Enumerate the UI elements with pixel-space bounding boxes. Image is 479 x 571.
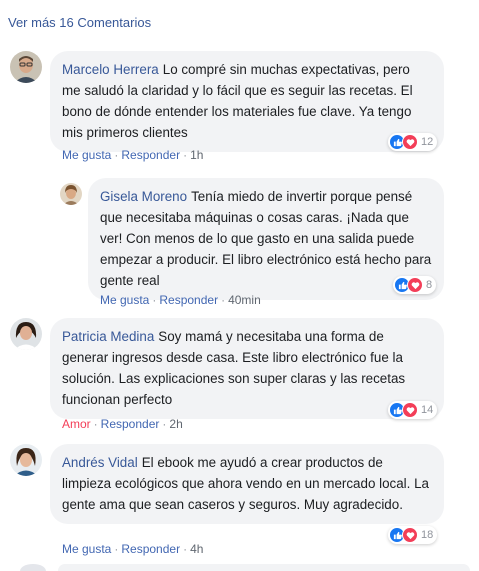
like-button[interactable]: Me gusta xyxy=(62,542,111,556)
avatar[interactable] xyxy=(60,183,82,205)
comment-bubble: Andrés Vidal El ebook me ayudó a crear pr… xyxy=(50,444,444,524)
separator-dot: · xyxy=(114,542,119,556)
reaction-summary[interactable]: 18 xyxy=(388,526,438,544)
separator-dot: · xyxy=(114,148,119,162)
love-icon xyxy=(402,134,418,150)
separator-dot: · xyxy=(183,148,188,162)
comment-bubble: Marcelo Herrera Lo compré sin muchas expe… xyxy=(50,51,444,152)
reaction-summary[interactable]: 14 xyxy=(388,401,438,419)
separator-dot: · xyxy=(152,293,157,307)
comment-actions: Amor · Responder · 2h xyxy=(62,417,183,431)
love-icon xyxy=(402,402,418,418)
avatar[interactable] xyxy=(10,51,42,83)
separator-dot: · xyxy=(221,293,226,307)
reaction-count: 8 xyxy=(426,279,433,291)
comment-actions: Me gusta · Responder · 40min xyxy=(100,293,261,307)
avatar[interactable] xyxy=(10,318,42,350)
separator-dot: · xyxy=(183,542,188,556)
comment-author[interactable]: Marcelo Herrera xyxy=(62,62,159,77)
comment-bubble: Gisela Moreno Tenía miedo de invertir por… xyxy=(88,178,444,300)
separator-dot: · xyxy=(93,417,98,431)
reply-button[interactable]: Responder xyxy=(121,542,180,556)
reaction-summary[interactable]: 8 xyxy=(393,276,437,294)
comment-bubble xyxy=(58,564,470,571)
separator-dot: · xyxy=(162,417,167,431)
reply-button[interactable]: Responder xyxy=(121,148,180,162)
comment-timestamp[interactable]: 1h xyxy=(190,148,203,162)
comment-author[interactable]: Andrés Vidal xyxy=(62,455,138,470)
comment-timestamp[interactable]: 40min xyxy=(228,293,261,307)
comment-bubble: Patricia Medina Soy mamá y necesitaba una… xyxy=(50,318,444,419)
reaction-count: 14 xyxy=(421,404,434,416)
reaction-count: 18 xyxy=(421,529,434,541)
comment-author[interactable]: Patricia Medina xyxy=(62,329,154,344)
comment-author[interactable]: Gisela Moreno xyxy=(100,189,187,204)
love-icon xyxy=(407,277,423,293)
comment-timestamp[interactable]: 4h xyxy=(190,542,203,556)
avatar xyxy=(20,564,46,571)
love-icon xyxy=(402,527,418,543)
like-button[interactable]: Me gusta xyxy=(100,293,149,307)
next-comment-preview xyxy=(8,564,471,571)
love-reaction-button[interactable]: Amor xyxy=(62,417,91,431)
view-more-comments-link[interactable]: Ver más 16 Comentarios xyxy=(8,15,151,30)
reaction-count: 12 xyxy=(421,136,434,148)
comment-timestamp[interactable]: 2h xyxy=(169,417,182,431)
like-button[interactable]: Me gusta xyxy=(62,148,111,162)
reaction-summary[interactable]: 12 xyxy=(388,133,438,151)
comment-actions: Me gusta · Responder · 1h xyxy=(62,148,203,162)
reply-button[interactable]: Responder xyxy=(159,293,218,307)
avatar[interactable] xyxy=(10,444,42,476)
reply-button[interactable]: Responder xyxy=(101,417,160,431)
comment-actions: Me gusta · Responder · 4h xyxy=(62,542,203,556)
